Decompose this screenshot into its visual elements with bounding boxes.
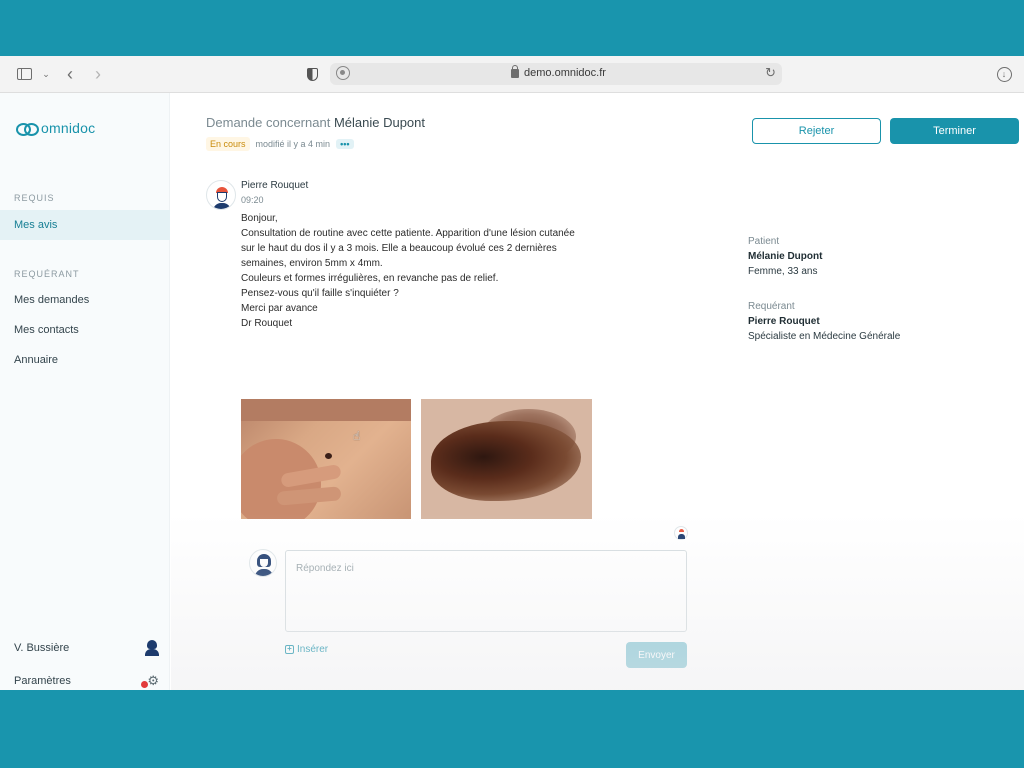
- section-label-requis: REQUIS: [14, 193, 55, 203]
- shield-icon[interactable]: [302, 65, 322, 83]
- message-body: Bonjour, Consultation de routine avec ce…: [241, 211, 621, 331]
- title-prefix: Demande concernant: [206, 115, 331, 130]
- chevron-down-icon[interactable]: ⌄: [36, 65, 56, 83]
- requester-specialty: Spécialiste en Médecine Générale: [748, 331, 901, 342]
- current-user-avatar: [249, 549, 277, 577]
- settings-label: Paramètres: [14, 675, 71, 687]
- page-title: Demande concernant Mélanie Dupont: [206, 115, 425, 130]
- more-options-button[interactable]: •••: [336, 139, 354, 149]
- reply-input[interactable]: [285, 550, 687, 632]
- reload-icon[interactable]: ↻: [765, 65, 776, 81]
- title-patient-name: Mélanie Dupont: [333, 115, 425, 130]
- requester-name: Pierre Rouquet: [748, 316, 820, 327]
- sidebar-item-annuaire[interactable]: Annuaire: [0, 345, 170, 375]
- url-text[interactable]: demo.omnidoc.fr: [524, 67, 606, 79]
- user-profile[interactable]: V. Bussière: [14, 640, 159, 656]
- read-receipt-avatar: [674, 526, 688, 540]
- main-content: Demande concernant Mélanie Dupont En cou…: [171, 93, 1024, 690]
- sender-avatar: [206, 180, 236, 210]
- patient-label: Patient: [748, 236, 780, 247]
- attachment-photo-lesion[interactable]: [421, 399, 592, 519]
- lock-icon: [511, 65, 519, 78]
- logo-text: omnidoc: [41, 120, 96, 136]
- browser-window: ⌄ ‹ › demo.omnidoc.fr ↻ ↓ omnidoc REQUIS…: [0, 56, 1024, 690]
- gear-icon[interactable]: ⚙: [141, 673, 159, 689]
- message-line: Dr Rouquet: [241, 318, 293, 329]
- message-sender: Pierre Rouquet: [241, 180, 309, 191]
- status-row: En cours modifié il y a 4 min •••: [206, 137, 354, 151]
- message-line: semaines, environ 5mm x 4mm.: [241, 258, 383, 269]
- reject-button[interactable]: Rejeter: [752, 118, 881, 144]
- settings-link[interactable]: Paramètres ⚙: [14, 673, 159, 689]
- plus-icon: +: [285, 645, 294, 654]
- message-line: Consultation de routine avec cette patie…: [241, 228, 575, 239]
- address-bar[interactable]: demo.omnidoc.fr ↻: [330, 63, 782, 85]
- patient-name: Mélanie Dupont: [748, 251, 823, 262]
- modified-time: modifié il y a 4 min: [255, 139, 331, 149]
- insert-label: Insérer: [297, 644, 329, 655]
- sidebar: omnidoc REQUIS Mes avis REQUÉRANT Mes de…: [0, 93, 170, 690]
- send-button[interactable]: Envoyer: [626, 642, 687, 668]
- mouse-cursor-icon: ☝: [353, 429, 361, 443]
- attachment-photo-back[interactable]: ☝: [241, 399, 411, 519]
- site-settings-icon[interactable]: [336, 66, 350, 80]
- forward-icon[interactable]: ›: [88, 64, 108, 84]
- sidebar-item-mes-contacts[interactable]: Mes contacts: [0, 315, 170, 345]
- finish-button[interactable]: Terminer: [890, 118, 1019, 144]
- message-line: Couleurs et formes irrégulières, en reva…: [241, 273, 499, 284]
- user-avatar[interactable]: [145, 640, 159, 656]
- download-icon[interactable]: ↓: [994, 65, 1014, 83]
- sidebar-item-mes-avis[interactable]: Mes avis: [0, 210, 170, 240]
- requester-label: Requérant: [748, 301, 795, 312]
- sidebar-item-mes-demandes[interactable]: Mes demandes: [0, 285, 170, 315]
- message-line: sur le haut du dos il y a 3 mois. Elle a…: [241, 243, 557, 254]
- user-name: V. Bussière: [14, 642, 70, 654]
- message-line: Merci par avance: [241, 303, 318, 314]
- patient-details: Femme, 33 ans: [748, 266, 818, 277]
- notification-dot: [141, 681, 149, 688]
- message-line: Bonjour,: [241, 213, 278, 224]
- logo-icon: [16, 123, 39, 136]
- section-label-requerant: REQUÉRANT: [14, 269, 80, 279]
- omnidoc-logo[interactable]: omnidoc: [16, 120, 95, 136]
- message-line: Pensez-vous qu'il faille s'inquiéter ?: [241, 288, 399, 299]
- sidebar-toggle-icon[interactable]: [14, 65, 34, 83]
- status-badge: En cours: [206, 137, 250, 151]
- back-icon[interactable]: ‹: [60, 64, 80, 84]
- message-time: 09:20: [241, 195, 264, 205]
- browser-toolbar: ⌄ ‹ › demo.omnidoc.fr ↻ ↓: [0, 56, 1024, 93]
- insert-button[interactable]: + Insérer: [285, 644, 328, 655]
